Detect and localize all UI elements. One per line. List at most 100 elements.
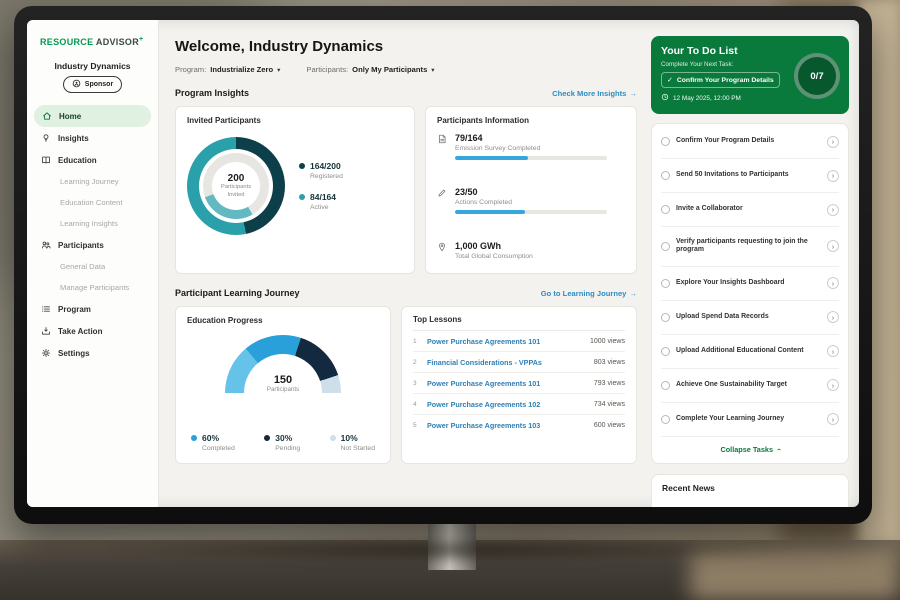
recent-news-header[interactable]: Recent News (651, 474, 849, 507)
sidebar-item-general-data[interactable]: General Data (27, 256, 158, 277)
nav-label: Manage Participants (60, 283, 129, 292)
task-row-confirm-program[interactable]: Confirm Your Program Details › (661, 125, 839, 159)
task-checkbox[interactable] (661, 415, 670, 424)
legend-dot (299, 194, 305, 200)
location-pin-icon (437, 242, 447, 260)
task-row-upload-spend-data[interactable]: Upload Spend Data Records › (661, 301, 839, 335)
sidebar-item-learning-insights[interactable]: Learning Insights (27, 213, 158, 234)
sidebar-item-education-content[interactable]: Education Content (27, 192, 158, 213)
legend-value: 10% (341, 433, 358, 443)
legend-value: 84/164 (310, 192, 336, 202)
legend-dot (264, 435, 270, 441)
sidebar-item-home[interactable]: Home (34, 105, 151, 127)
invited-legend: 164/200 Registered 84/164 Active (299, 161, 343, 211)
lesson-link[interactable]: Power Purchase Agreements 101 (427, 337, 583, 346)
sidebar-item-settings[interactable]: Settings (27, 342, 158, 364)
task-row-verify-participants[interactable]: Verify participants requesting to join t… (661, 227, 839, 267)
education-legend: 60% Completed 30% Pending (187, 433, 379, 454)
task-row-explore-insights[interactable]: Explore Your Insights Dashboard › (661, 267, 839, 301)
chevron-right-icon[interactable]: › (827, 204, 839, 216)
learning-cards-row: Education Progress 150 Participants (175, 306, 637, 464)
sidebar-item-take-action[interactable]: Take Action (27, 320, 158, 342)
sidebar-item-manage-participants[interactable]: Manage Participants (27, 277, 158, 298)
task-checkbox[interactable] (661, 171, 670, 180)
task-checkbox[interactable] (661, 279, 670, 288)
sidebar-item-participants[interactable]: Participants (27, 234, 158, 256)
task-row-upload-educational-content[interactable]: Upload Additional Educational Content › (661, 335, 839, 369)
progress-fill (455, 156, 528, 160)
lesson-rank: 1 (413, 338, 420, 345)
task-label: Upload Additional Educational Content (676, 347, 821, 356)
lesson-row: 4 Power Purchase Agreements 102 734 view… (413, 394, 625, 415)
task-checkbox[interactable] (661, 137, 670, 146)
task-checkbox[interactable] (661, 313, 670, 322)
chevron-right-icon[interactable]: › (827, 136, 839, 148)
participants-select-value: Only My Participants (352, 65, 427, 74)
task-checkbox[interactable] (661, 347, 670, 356)
task-row-achieve-target[interactable]: Achieve One Sustainability Target › (661, 369, 839, 403)
task-row-send-invitations[interactable]: Send 50 Invitations to Participants › (661, 159, 839, 193)
insights-cards-row: Invited Participants 200 Participants In… (175, 106, 637, 274)
chevron-right-icon[interactable]: › (827, 413, 839, 425)
lesson-link[interactable]: Power Purchase Agreements 101 (427, 379, 587, 388)
legend-value: 164/200 (310, 161, 341, 171)
chevron-right-icon[interactable]: › (827, 240, 839, 252)
nav-label: Settings (58, 349, 90, 358)
chevron-down-icon: ▾ (277, 66, 280, 74)
lesson-link[interactable]: Power Purchase Agreements 102 (427, 400, 587, 409)
lesson-row: 3 Power Purchase Agreements 101 793 view… (413, 373, 625, 394)
lesson-link[interactable]: Power Purchase Agreements 103 (427, 421, 587, 430)
task-row-invite-collaborator[interactable]: Invite a Collaborator › (661, 193, 839, 227)
task-label: Confirm Your Program Details (676, 137, 821, 146)
participants-select[interactable]: Participants: Only My Participants ▾ (306, 65, 434, 74)
sponsor-badge[interactable]: Sponsor (63, 76, 122, 93)
chevron-right-icon[interactable]: › (827, 345, 839, 357)
arrow-right-icon: → (629, 89, 637, 98)
task-checkbox[interactable] (661, 205, 670, 214)
collapse-label: Collapse Tasks (720, 445, 773, 454)
todo-hero-card: Your To Do List Complete Your Next Task:… (651, 36, 849, 114)
stat-label: Actions Completed (455, 199, 625, 206)
task-row-complete-learning-journey[interactable]: Complete Your Learning Journey › (661, 403, 839, 437)
nav-label: Education Content (60, 198, 122, 207)
legend-item: 84/164 Active (299, 192, 343, 211)
org-name: Industry Dynamics (27, 61, 158, 71)
nav-label: Insights (58, 134, 89, 143)
sidebar-item-learning-journey[interactable]: Learning Journey (27, 171, 158, 192)
sidebar-item-program[interactable]: Program (27, 298, 158, 320)
sidebar-item-insights[interactable]: Insights (27, 127, 158, 149)
arrow-right-icon: → (629, 289, 637, 298)
next-task-pill[interactable]: ✓ Confirm Your Program Details (661, 72, 780, 88)
lesson-row: 1 Power Purchase Agreements 101 1000 vie… (413, 331, 625, 352)
main-content: Welcome, Industry Dynamics Program: Indu… (159, 20, 647, 507)
card-title: Education Progress (187, 316, 379, 325)
clock-icon (661, 93, 669, 103)
progress-fill (455, 210, 525, 214)
program-select[interactable]: Program: Industrialize Zero ▾ (175, 65, 280, 74)
donut-center-label: Participants Invited (215, 184, 257, 198)
lesson-link[interactable]: Financial Considerations - VPPAs (427, 358, 587, 367)
sidebar-item-education[interactable]: Education (27, 149, 158, 171)
sponsor-label: Sponsor (85, 81, 113, 88)
participants-information-card: Participants Information 79/164 Emission… (425, 106, 637, 274)
go-to-learning-journey-link[interactable]: Go to Learning Journey → (541, 289, 637, 298)
program-insights-header: Program Insights Check More Insights → (175, 88, 637, 98)
task-checkbox[interactable] (661, 242, 670, 251)
task-checkbox[interactable] (661, 381, 670, 390)
legend-label: Completed (202, 445, 235, 452)
card-title: Participants Information (437, 116, 625, 125)
download-box-icon (41, 326, 51, 336)
check-icon: ✓ (667, 76, 673, 84)
task-label: Invite a Collaborator (676, 205, 821, 214)
section-title: Participant Learning Journey (175, 288, 300, 298)
chevron-right-icon[interactable]: › (827, 170, 839, 182)
check-more-insights-link[interactable]: Check More Insights → (552, 89, 637, 98)
chevron-right-icon[interactable]: › (827, 311, 839, 323)
monitor-shadow (100, 536, 800, 564)
stat-value: 79/164 (455, 133, 625, 143)
legend-label: Pending (275, 445, 300, 452)
chevron-right-icon[interactable]: › (827, 277, 839, 289)
nav-label: Education (58, 156, 97, 165)
collapse-tasks-link[interactable]: Collapse Tasks › (661, 437, 839, 462)
chevron-right-icon[interactable]: › (827, 379, 839, 391)
